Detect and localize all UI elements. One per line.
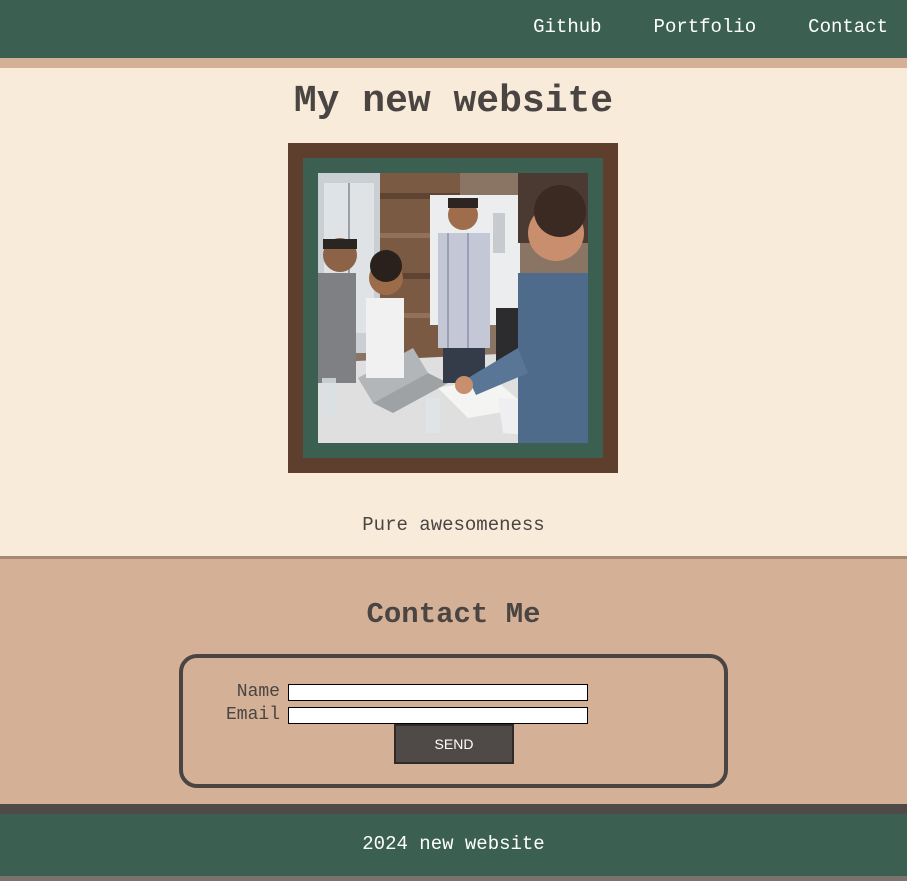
- nav-link-github[interactable]: Github: [533, 16, 601, 38]
- contact-section: Contact Me Name Email SEND: [0, 559, 907, 804]
- header-accent-strip: [0, 58, 907, 68]
- nav-link-portfolio[interactable]: Portfolio: [654, 16, 757, 38]
- nav-link-contact[interactable]: Contact: [808, 16, 888, 38]
- bottom-edge-line: [0, 876, 907, 881]
- footer-divider: [0, 804, 907, 814]
- name-label: Name: [236, 682, 280, 702]
- footer-text: 2024 new website: [362, 833, 545, 855]
- page-title: My new website: [293, 80, 614, 123]
- hero-section: My new website Pure awesomeness: [0, 68, 907, 556]
- email-row: Email: [183, 705, 588, 725]
- top-navigation-bar: Github Portfolio Contact: [0, 0, 907, 58]
- email-label: Email: [225, 705, 280, 725]
- email-input[interactable]: [288, 706, 588, 724]
- main-nav: Github Portfolio Contact: [533, 16, 888, 38]
- name-input[interactable]: [288, 683, 588, 701]
- name-row: Name: [183, 682, 588, 702]
- photo-frame-inner: [303, 158, 603, 458]
- tagline: Pure awesomeness: [362, 514, 545, 536]
- team-meeting-photo: [318, 173, 588, 443]
- contact-form: Name Email SEND: [179, 654, 728, 788]
- footer: 2024 new website: [0, 814, 907, 876]
- contact-title: Contact Me: [366, 598, 541, 631]
- photo-frame-outer: [288, 143, 618, 473]
- send-button[interactable]: SEND: [394, 724, 514, 764]
